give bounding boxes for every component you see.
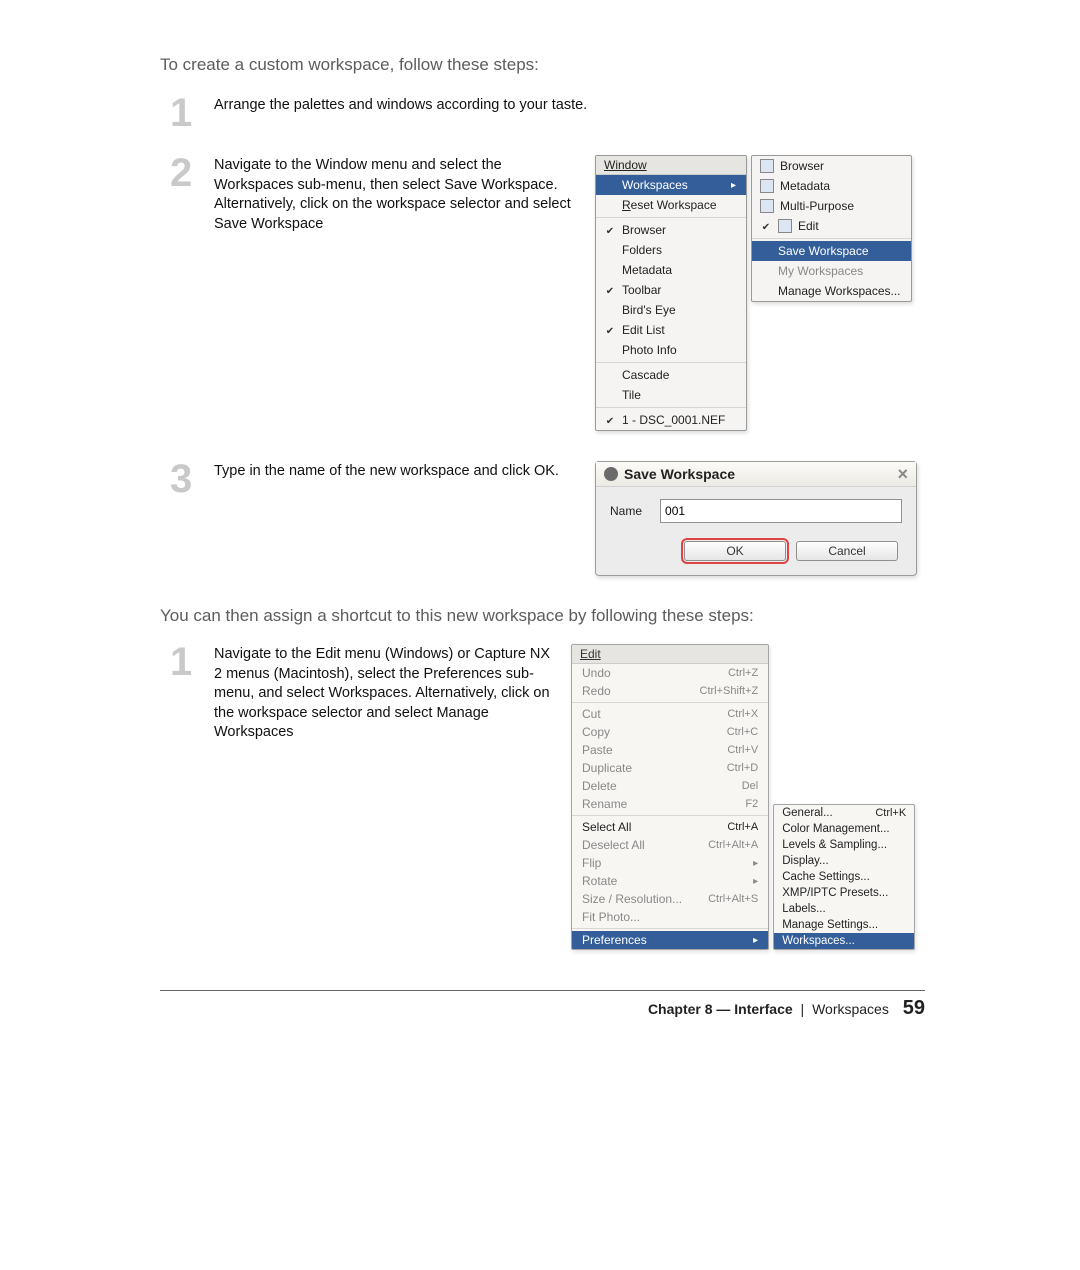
intro-text: To create a custom workspace, follow the… <box>160 55 925 75</box>
menu-item-workspaces[interactable]: Workspaces <box>596 175 746 195</box>
chevron-right-icon: ▸ <box>753 876 758 887</box>
chevron-right-icon: ▸ <box>753 858 758 869</box>
app-icon <box>604 467 618 481</box>
pref-cache[interactable]: Cache Settings... <box>774 869 914 885</box>
edit-delete[interactable]: DeleteDel <box>572 777 768 795</box>
check-icon <box>760 219 772 233</box>
metadata-icon <box>760 179 774 193</box>
check-icon <box>604 283 616 297</box>
menu-item-cascade[interactable]: Cascade <box>596 365 746 385</box>
check-icon <box>604 223 616 237</box>
menu-item-toolbar[interactable]: Toolbar <box>596 280 746 300</box>
menu-title: Window <box>596 156 746 175</box>
submenu-manage-workspaces[interactable]: Manage Workspaces... <box>752 281 911 301</box>
step-number: 1 <box>170 650 202 674</box>
submenu-browser[interactable]: Browser <box>752 156 911 176</box>
check-icon <box>604 413 616 427</box>
step-text: Type in the name of the new workspace an… <box>214 461 583 482</box>
edit-redo[interactable]: RedoCtrl+Shift+Z <box>572 682 768 700</box>
step-b1: 1 Navigate to the Edit menu (Windows) or… <box>160 644 925 950</box>
step-text: Navigate to the Window menu and select t… <box>214 155 583 234</box>
menu-title: Edit <box>572 645 768 664</box>
submenu-my-workspaces: My Workspaces <box>752 261 911 281</box>
edit-rotate[interactable]: Rotate▸ <box>572 872 768 890</box>
footer-section: Workspaces <box>812 1001 889 1017</box>
footer-page-number: 59 <box>893 997 925 1019</box>
preferences-submenu: General...Ctrl+K Color Management... Lev… <box>773 804 915 950</box>
submenu-save-workspace[interactable]: Save Workspace <box>752 241 911 261</box>
edit-flip[interactable]: Flip▸ <box>572 854 768 872</box>
step-number: 3 <box>170 467 202 491</box>
edit-menu: Edit UndoCtrl+Z RedoCtrl+Shift+Z CutCtrl… <box>571 644 769 950</box>
pref-display[interactable]: Display... <box>774 853 914 869</box>
menu-item-reset[interactable]: Reset Workspace <box>596 195 746 215</box>
edit-preferences[interactable]: Preferences▸ <box>572 931 768 949</box>
window-menu: Window Workspaces Reset Workspace Browse… <box>595 155 747 431</box>
ok-button[interactable]: OK <box>684 541 786 561</box>
edit-icon <box>778 219 792 233</box>
edit-sizeres[interactable]: Size / Resolution...Ctrl+Alt+S <box>572 890 768 908</box>
edit-deselectall[interactable]: Deselect AllCtrl+Alt+A <box>572 836 768 854</box>
chevron-right-icon: ▸ <box>753 935 758 946</box>
browser-icon <box>760 159 774 173</box>
step-number: 2 <box>170 161 202 185</box>
workspace-name-input[interactable] <box>660 499 902 523</box>
step-a2: 2 Navigate to the Window menu and select… <box>160 155 925 431</box>
step-a1: 1 Arrange the palettes and windows accor… <box>160 95 925 125</box>
edit-duplicate[interactable]: DuplicateCtrl+D <box>572 759 768 777</box>
submenu-metadata[interactable]: Metadata <box>752 176 911 196</box>
menu-item-birdseye[interactable]: Bird's Eye <box>596 300 746 320</box>
edit-selectall[interactable]: Select AllCtrl+A <box>572 818 768 836</box>
pref-general[interactable]: General...Ctrl+K <box>774 805 914 821</box>
intro-text-2: You can then assign a shortcut to this n… <box>160 606 925 626</box>
edit-copy[interactable]: CopyCtrl+C <box>572 723 768 741</box>
workspaces-submenu: Browser Metadata Multi-Purpose Edit Save… <box>751 155 912 302</box>
pref-levels[interactable]: Levels & Sampling... <box>774 837 914 853</box>
step-a3: 3 Type in the name of the new workspace … <box>160 461 925 576</box>
step-text: Navigate to the Edit menu (Windows) or C… <box>214 644 559 743</box>
close-icon[interactable]: × <box>897 468 908 480</box>
cancel-button[interactable]: Cancel <box>796 541 898 561</box>
edit-paste[interactable]: PasteCtrl+V <box>572 741 768 759</box>
menu-item-photoinfo[interactable]: Photo Info <box>596 340 746 360</box>
edit-rename[interactable]: RenameF2 <box>572 795 768 813</box>
pref-color[interactable]: Color Management... <box>774 821 914 837</box>
page-footer: Chapter 8 — Interface | Workspaces 59 <box>160 997 925 1020</box>
pref-labels[interactable]: Labels... <box>774 901 914 917</box>
pref-manage[interactable]: Manage Settings... <box>774 917 914 933</box>
edit-cut[interactable]: CutCtrl+X <box>572 705 768 723</box>
menu-item-metadata[interactable]: Metadata <box>596 260 746 280</box>
check-icon <box>604 323 616 337</box>
submenu-multi[interactable]: Multi-Purpose <box>752 196 911 216</box>
menu-item-openfile[interactable]: 1 - DSC_0001.NEF <box>596 410 746 430</box>
window-menu-screenshot: Window Workspaces Reset Workspace Browse… <box>595 155 925 431</box>
menu-item-tile[interactable]: Tile <box>596 385 746 405</box>
multi-icon <box>760 199 774 213</box>
footer-chapter: Chapter 8 — Interface <box>648 1001 793 1017</box>
step-text: Arrange the palettes and windows accordi… <box>214 95 925 116</box>
edit-menu-screenshot: Edit UndoCtrl+Z RedoCtrl+Shift+Z CutCtrl… <box>571 644 931 950</box>
submenu-edit[interactable]: Edit <box>752 216 911 236</box>
pref-workspaces[interactable]: Workspaces... <box>774 933 914 949</box>
menu-item-folders[interactable]: Folders <box>596 240 746 260</box>
save-workspace-dialog: Save Workspace × Name OK Cancel <box>595 461 917 576</box>
dialog-title: Save Workspace <box>624 466 735 482</box>
edit-undo[interactable]: UndoCtrl+Z <box>572 664 768 682</box>
name-label: Name <box>610 504 642 518</box>
step-number: 1 <box>170 101 202 125</box>
menu-item-editlist[interactable]: Edit List <box>596 320 746 340</box>
edit-fitphoto[interactable]: Fit Photo... <box>572 908 768 926</box>
menu-item-browser[interactable]: Browser <box>596 220 746 240</box>
pref-xmp[interactable]: XMP/IPTC Presets... <box>774 885 914 901</box>
